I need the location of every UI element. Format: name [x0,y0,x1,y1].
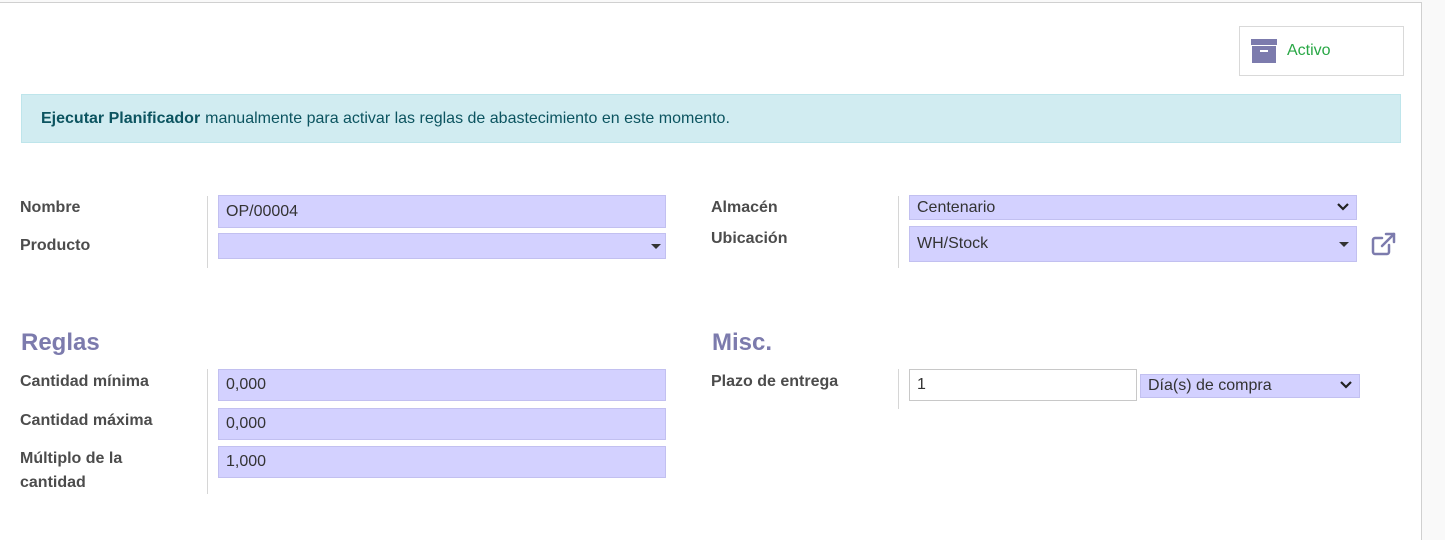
chevron-down-icon [1340,381,1352,389]
multiplo-label-line1: Múltiplo de la [20,450,123,467]
plazo-entrega-value: 1 [917,376,926,393]
cantidad-minima-label: Cantidad mínima [20,373,149,390]
ubicacion-label: Ubicación [711,230,788,247]
misc-title: Misc. [712,329,773,356]
plazo-unit-select[interactable]: Día(s) de compra [1140,374,1360,398]
cantidad-minima-input[interactable]: 0,000 [218,369,666,401]
active-toggle-button[interactable]: Activo [1239,26,1404,76]
alert-bold-text: Ejecutar Planificador [41,109,201,127]
scheduler-alert: Ejecutar Planificador manualmente para a… [21,94,1401,143]
producto-select[interactable] [218,233,666,259]
ubicacion-value: WH/Stock [917,235,989,252]
form-sheet: Activo Ejecutar Planificador manualmente… [0,2,1422,540]
ubicacion-select[interactable]: WH/Stock [909,226,1357,262]
plazo-unit-value: Día(s) de compra [1148,377,1272,394]
chevron-down-icon [1337,202,1349,211]
multiplo-input[interactable]: 1,000 [218,446,666,478]
reglas-title: Reglas [21,329,100,356]
alert-text: manualmente para activar las reglas de a… [205,109,730,127]
cantidad-minima-value: 0,000 [226,376,267,393]
almacen-select[interactable]: Centenario [909,195,1357,220]
nombre-label: Nombre [20,199,81,216]
plazo-entrega-input[interactable]: 1 [909,369,1137,401]
archive-box-icon [1251,39,1277,63]
cantidad-maxima-input[interactable]: 0,000 [218,408,666,440]
multiplo-value: 1,000 [226,453,267,470]
caret-down-icon [1339,242,1349,247]
divider [207,369,208,494]
caret-down-icon [651,244,661,249]
plazo-entrega-label: Plazo de entrega [711,373,839,390]
nombre-value: OP/00004 [226,202,299,220]
producto-label: Producto [20,237,91,254]
divider [207,196,208,268]
divider [898,196,899,268]
divider [898,369,899,409]
almacen-value: Centenario [917,198,996,216]
cantidad-maxima-label: Cantidad máxima [20,412,153,429]
nombre-input[interactable]: OP/00004 [218,195,666,228]
almacen-label: Almacén [711,199,778,216]
multiplo-label-line2: cantidad [20,474,86,491]
status-label: Activo [1287,42,1331,59]
cantidad-maxima-value: 0,000 [226,415,267,432]
external-link-icon[interactable] [1371,232,1397,256]
